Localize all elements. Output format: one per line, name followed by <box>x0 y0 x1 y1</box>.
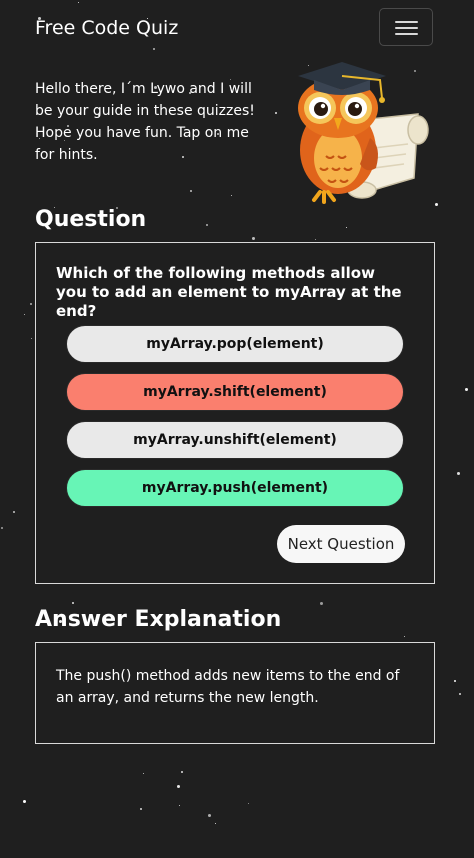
star-dot <box>459 693 461 695</box>
star-dot <box>215 823 216 824</box>
star-dot <box>465 388 468 391</box>
navbar: Free Code Quiz <box>0 0 474 58</box>
star-dot <box>315 239 316 240</box>
star-dot <box>23 800 26 803</box>
answer-option-unshift[interactable]: myArray.unshift(element) <box>66 421 404 459</box>
star-dot <box>435 203 438 206</box>
star-dot <box>248 803 249 804</box>
explanation-heading: Answer Explanation <box>35 607 282 632</box>
star-dot <box>179 805 180 806</box>
hamburger-menu-icon <box>395 27 418 29</box>
star-dot <box>206 224 208 226</box>
star-dot <box>346 227 347 228</box>
star-dot <box>181 771 183 773</box>
star-dot <box>252 237 255 240</box>
star-dot <box>454 680 456 682</box>
menu-toggle-button[interactable] <box>379 8 433 46</box>
hamburger-menu-icon <box>395 21 418 23</box>
star-dot <box>208 814 211 817</box>
guide-intro-text: Hello there, I´m Lywo and I will be your… <box>35 81 255 163</box>
star-dot <box>31 338 32 339</box>
star-dot <box>30 303 32 305</box>
star-dot <box>457 472 460 475</box>
question-card: Which of the following methods allow you… <box>35 242 435 584</box>
question-heading: Question <box>35 207 147 232</box>
explanation-card: The push() method adds new items to the … <box>35 642 435 744</box>
hamburger-menu-icon <box>395 33 418 35</box>
star-dot <box>13 511 15 513</box>
star-dot <box>275 112 277 114</box>
star-dot <box>24 314 25 315</box>
next-question-button[interactable]: Next Question <box>277 525 405 563</box>
answer-option-shift-wrong[interactable]: myArray.shift(element) <box>66 373 404 411</box>
star-dot <box>72 602 74 604</box>
star-dot <box>177 785 180 788</box>
star-dot <box>140 808 142 810</box>
answer-option-push-correct[interactable]: myArray.push(element) <box>66 469 404 507</box>
star-dot <box>190 190 192 192</box>
explanation-text: The push() method adds new items to the … <box>56 668 400 706</box>
brand-title[interactable]: Free Code Quiz <box>35 17 178 39</box>
star-dot <box>143 773 144 774</box>
star-dot <box>231 195 232 196</box>
owl-mascot-icon[interactable] <box>290 58 432 204</box>
star-dot <box>1 527 3 529</box>
answer-option-pop[interactable]: myArray.pop(element) <box>66 325 404 363</box>
star-dot <box>320 602 323 605</box>
star-dot <box>404 636 405 637</box>
question-text: Which of the following methods allow you… <box>56 264 402 320</box>
